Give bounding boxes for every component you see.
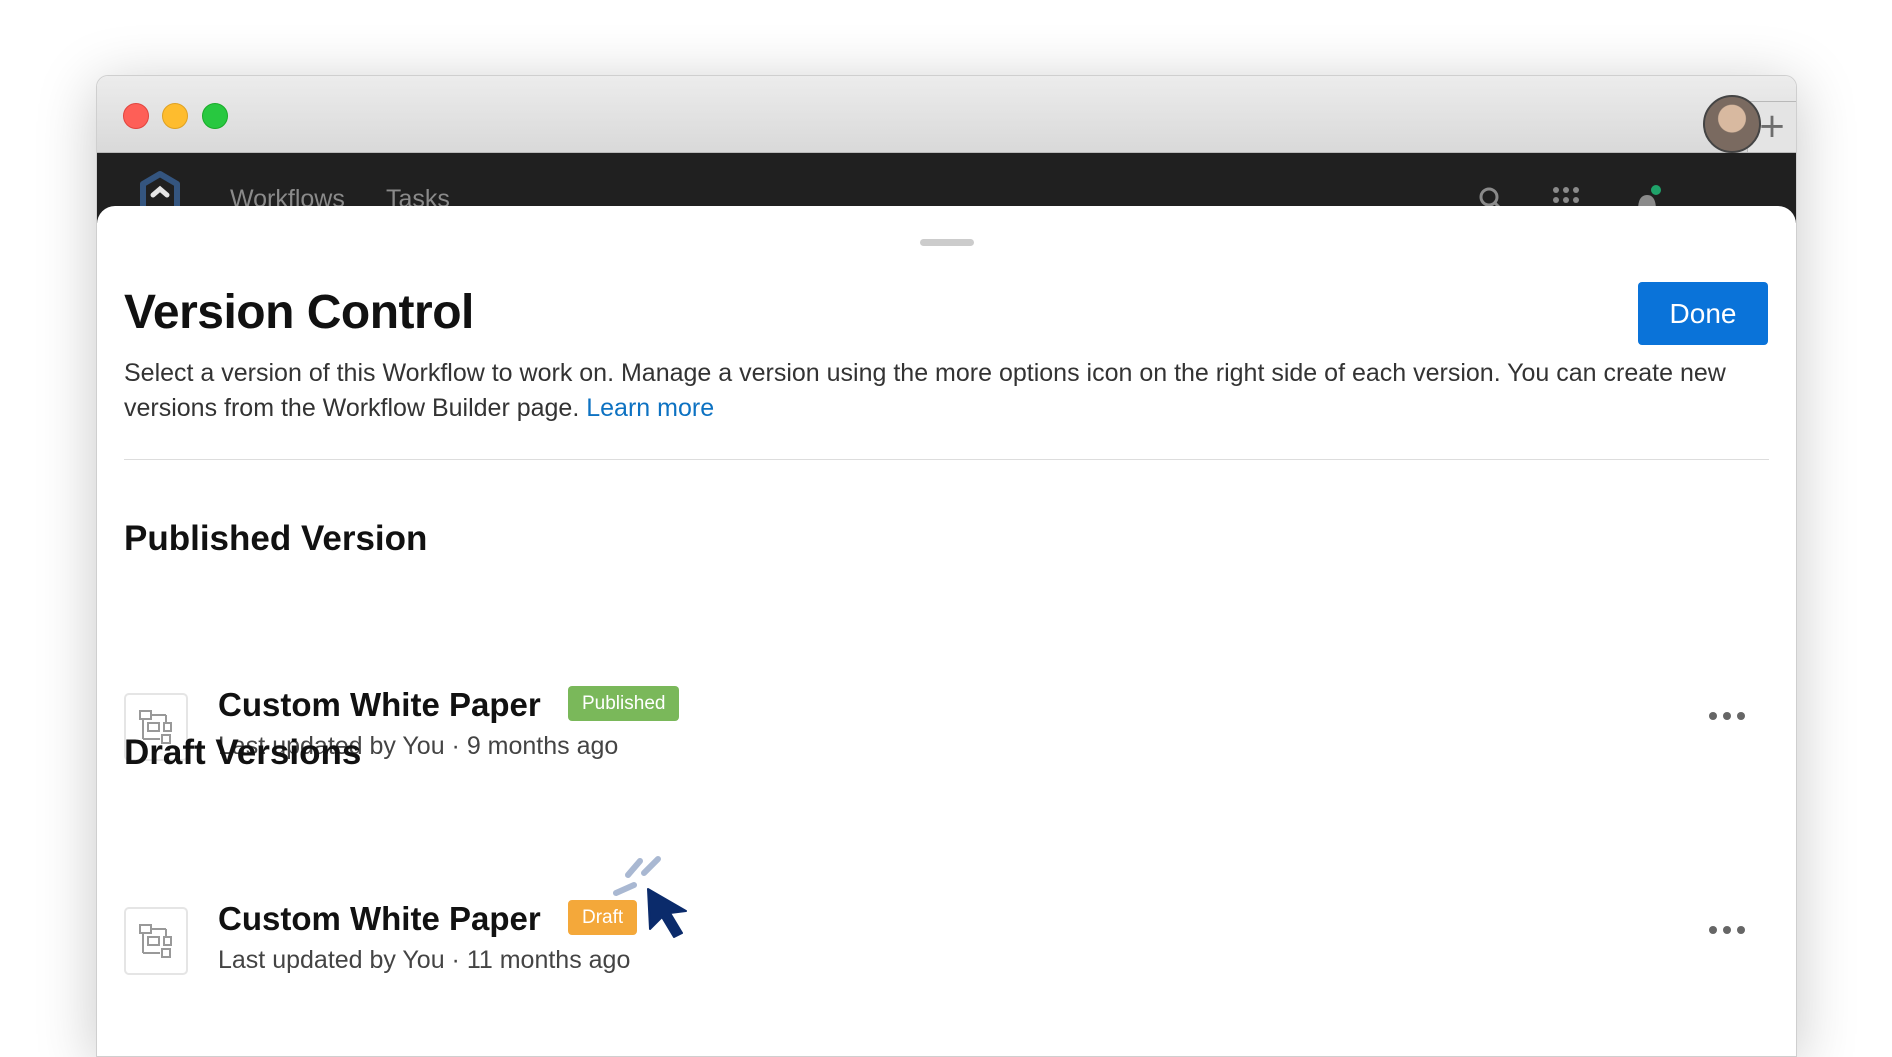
version-meta: Last updated by You · 11 months ago [218, 946, 631, 974]
version-name: Custom White Paper [218, 686, 541, 723]
maximize-window-button[interactable] [202, 103, 228, 129]
version-name: Custom White Paper [218, 900, 541, 937]
draft-versions-heading: Draft Versions [124, 733, 362, 772]
description-text: Select a version of this Workflow to wor… [124, 356, 1754, 426]
more-options-icon[interactable] [1705, 704, 1749, 728]
notification-dot-icon [1651, 185, 1661, 195]
published-version-heading: Published Version [124, 519, 428, 558]
page-title: Version Control [124, 286, 474, 339]
sheet-drag-handle[interactable] [920, 239, 974, 246]
learn-more-link[interactable]: Learn more [586, 394, 714, 422]
description-body: Select a version of this Workflow to wor… [124, 359, 1726, 422]
close-window-button[interactable] [123, 103, 149, 129]
browser-window: + Workflows Tasks Version Control Done S… [96, 75, 1797, 1057]
divider [124, 459, 1769, 460]
version-control-sheet: Version Control Done Select a version of… [97, 206, 1796, 1056]
workflow-icon [124, 907, 188, 975]
more-options-icon[interactable] [1705, 918, 1749, 942]
minimize-window-button[interactable] [162, 103, 188, 129]
mouse-cursor-icon [613, 856, 687, 938]
version-row-published[interactable]: Custom White Paper Published Last update… [124, 686, 1769, 766]
status-badge-published: Published [568, 686, 680, 721]
version-row-draft[interactable]: Custom White Paper Draft Last updated by… [124, 900, 1769, 980]
window-titlebar: + [97, 76, 1796, 153]
done-button[interactable]: Done [1638, 282, 1768, 345]
user-avatar[interactable] [1703, 95, 1761, 153]
